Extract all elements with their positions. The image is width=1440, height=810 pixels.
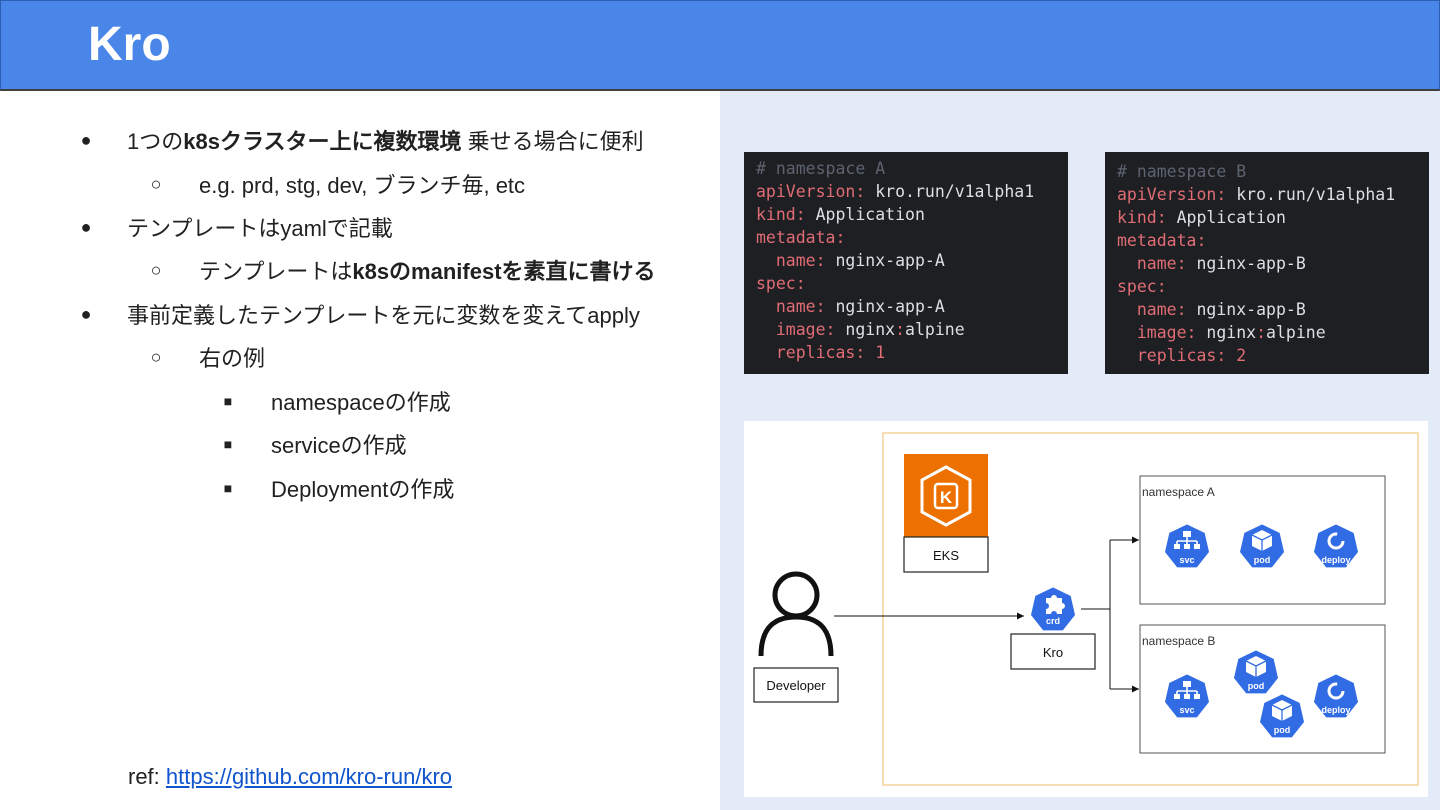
bullet-1-1: ○ e.g. prd, stg, dev, ブランチ毎, etc: [146, 168, 525, 200]
bullet-text: テンプレートはk8sのmanifestを素直に書ける: [199, 259, 656, 284]
crd-label: crd: [1046, 616, 1060, 626]
bullet-text: テンプレートはyamlで記載: [127, 216, 393, 241]
bullet-text: namespaceの作成: [271, 390, 451, 415]
kro-label: Kro: [1043, 645, 1063, 660]
pod-label: pod: [1254, 555, 1271, 565]
slide-header: Kro: [0, 0, 1440, 91]
bullet-text: Deploymentの作成: [271, 477, 455, 502]
bullet-text: 事前定義したテンプレートを元に変数を変えてapply: [127, 303, 640, 328]
bullet-marker: ○: [150, 173, 162, 194]
bullet-marker: ●: [80, 303, 92, 324]
bullet-3-1-2: ■ serviceの作成: [218, 428, 407, 460]
bullet-marker: ○: [150, 259, 162, 280]
bullet-3: ● 事前定義したテンプレートを元に変数を変えてapply: [76, 298, 640, 330]
bullet-text: serviceの作成: [271, 433, 407, 458]
bullet-marker: ○: [150, 346, 162, 367]
code-block-namespace-b: # namespace B apiVersion: kro.run/v1alph…: [1105, 152, 1429, 374]
svc-icon: [1183, 531, 1191, 537]
bullet-1: ● 1つのk8sクラスター上に複数環境 乗せる場合に便利: [76, 124, 644, 156]
bullet-marker: ■: [223, 436, 233, 452]
eks-node: K EKS: [903, 454, 989, 573]
svc-label: svc: [1179, 705, 1194, 715]
kro-node: crd Kro: [1010, 585, 1096, 670]
deploy-label: deploy: [1321, 705, 1350, 715]
bullet-2: ● テンプレートはyamlで記載: [76, 211, 393, 243]
bullet-3-1-1: ■ namespaceの作成: [218, 385, 451, 417]
bullet-3-1-3: ■ Deploymentの作成: [218, 472, 455, 504]
eks-label: EKS: [933, 548, 959, 563]
namespace-b: namespace B svc pod pod deploy: [1139, 624, 1386, 754]
bullet-3-1: ○ 右の例: [146, 341, 265, 373]
bullet-text: 右の例: [199, 346, 266, 371]
svc-icon: [1183, 681, 1191, 687]
person-icon: [772, 571, 820, 619]
slide-title: Kro: [88, 18, 171, 71]
pod-label: pod: [1248, 681, 1265, 691]
reference-line: ref: https://github.com/kro-run/kro: [128, 764, 452, 790]
bullet-text: 1つのk8sクラスター上に複数環境 乗せる場合に便利: [127, 129, 644, 154]
bullet-marker: ●: [80, 129, 92, 150]
developer-label: Developer: [766, 678, 826, 693]
code-block-namespace-a: # namespace A apiVersion: kro.run/v1alph…: [744, 152, 1068, 374]
architecture-diagram: K EKS Developer crd Kro namespace A svc …: [744, 421, 1428, 797]
namespace-a: namespace A svc pod deploy: [1139, 475, 1386, 605]
bullet-marker: ●: [80, 216, 92, 237]
bullet-text: e.g. prd, stg, dev, ブランチ毎, etc: [199, 173, 526, 198]
pod-label: pod: [1274, 725, 1291, 735]
eks-logo-letter: K: [940, 488, 953, 507]
bullet-marker: ■: [223, 393, 233, 409]
reference-label: ref:: [128, 764, 166, 789]
bullet-2-1: ○ テンプレートはk8sのmanifestを素直に書ける: [146, 254, 656, 286]
bullet-marker: ■: [223, 480, 233, 496]
branch-connector: [1081, 540, 1111, 610]
reference-link[interactable]: https://github.com/kro-run/kro: [166, 764, 452, 789]
namespace-a-label: namespace A: [1142, 485, 1215, 499]
deploy-label: deploy: [1321, 555, 1350, 565]
namespace-b-label: namespace B: [1142, 634, 1215, 648]
svc-label: svc: [1179, 555, 1194, 565]
diagram-svg: K EKS Developer crd Kro namespace A svc …: [753, 432, 1419, 786]
developer-node: Developer: [753, 571, 839, 703]
